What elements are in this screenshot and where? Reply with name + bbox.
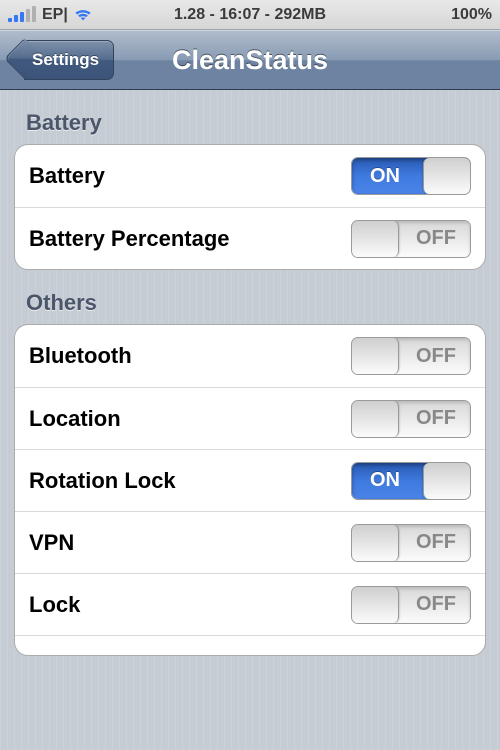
back-button[interactable]: Settings <box>24 40 114 80</box>
row-label: Lock <box>29 592 80 618</box>
group-others: Bluetooth ON OFF Location ON OFF Rotatio… <box>14 324 486 656</box>
switch-knob <box>351 401 399 437</box>
status-bar: EP| 1.28 - 16:07 - 292MB 100% <box>0 0 500 30</box>
row-label: VPN <box>29 530 74 556</box>
group-battery: Battery ON OFF Battery Percentage ON OFF <box>14 144 486 270</box>
row-battery-percentage: Battery Percentage ON OFF <box>15 207 485 269</box>
signal-icon <box>8 8 36 22</box>
row-label: Location <box>29 406 121 432</box>
switch-knob <box>351 525 399 561</box>
switch-off-label: OFF <box>470 158 471 194</box>
row-label: Battery <box>29 163 105 189</box>
switch-knob <box>423 158 471 194</box>
status-left: EP| <box>8 6 92 24</box>
nav-bar: Settings CleanStatus <box>0 30 500 90</box>
switch-vpn[interactable]: ON OFF <box>351 524 471 562</box>
switch-battery[interactable]: ON OFF <box>351 157 471 195</box>
switch-off-label: OFF <box>470 463 471 499</box>
row-location: Location ON OFF <box>15 387 485 449</box>
switch-battery-percentage[interactable]: ON OFF <box>351 220 471 258</box>
content: Battery Battery ON OFF Battery Percentag… <box>0 90 500 750</box>
carrier-label: EP| <box>42 6 68 24</box>
battery-percentage: 100% <box>451 6 492 24</box>
switch-location[interactable]: ON OFF <box>351 400 471 438</box>
switch-knob <box>423 463 471 499</box>
row-battery: Battery ON OFF <box>15 145 485 207</box>
row-lock: Lock ON OFF <box>15 573 485 635</box>
row-label: Battery Percentage <box>29 226 230 252</box>
row-label: Bluetooth <box>29 343 132 369</box>
switch-knob <box>351 587 399 623</box>
back-button-label: Settings <box>32 50 99 70</box>
row-cutoff <box>15 635 485 655</box>
switch-knob <box>351 338 399 374</box>
row-vpn: VPN ON OFF <box>15 511 485 573</box>
switch-rotation-lock[interactable]: ON OFF <box>351 462 471 500</box>
section-header-battery: Battery <box>14 90 486 144</box>
switch-bluetooth[interactable]: ON OFF <box>351 337 471 375</box>
switch-lock[interactable]: ON OFF <box>351 586 471 624</box>
row-label: Rotation Lock <box>29 468 176 494</box>
switch-knob <box>351 221 399 257</box>
status-right: 100% <box>451 6 492 24</box>
row-rotation-lock: Rotation Lock ON OFF <box>15 449 485 511</box>
section-header-others: Others <box>14 270 486 324</box>
wifi-icon <box>74 8 92 22</box>
row-bluetooth: Bluetooth ON OFF <box>15 325 485 387</box>
